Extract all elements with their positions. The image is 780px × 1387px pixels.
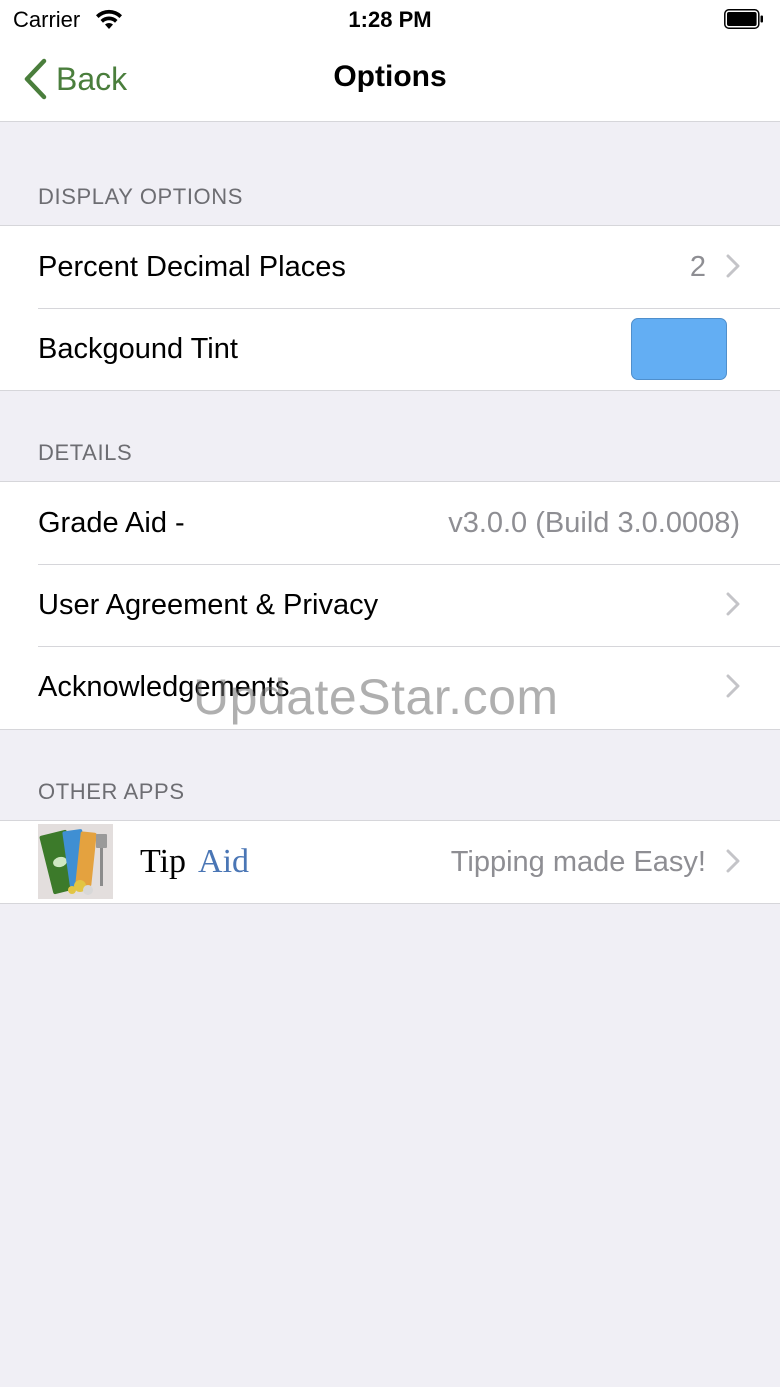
chevron-right-icon — [726, 592, 740, 616]
tip-aid-app-name: Tip Aid — [140, 821, 249, 903]
app-version-row: Grade Aid - v3.0.0 (Build 3.0.0008) — [0, 482, 780, 564]
details-group: Grade Aid - v3.0.0 (Build 3.0.0008) User… — [0, 481, 780, 730]
money-icon — [38, 824, 113, 899]
tip-aid-row[interactable]: Tip Aid Tipping made Easy! — [0, 821, 780, 903]
chevron-right-icon — [726, 674, 740, 698]
chevron-right-icon — [726, 849, 740, 873]
user-agreement-label: User Agreement & Privacy — [38, 589, 379, 621]
chevron-right-icon — [726, 254, 740, 278]
percent-decimal-places-value: 2 — [689, 251, 706, 283]
app-name-word-aid: Aid — [198, 843, 250, 880]
display-options-group: Percent Decimal Places 2 Backgound Tint — [0, 225, 780, 391]
background-tint-label: Backgound Tint — [38, 333, 238, 365]
section-header-display-options: DISPLAY OPTIONS — [38, 184, 244, 209]
app-name-label: Grade Aid - — [38, 507, 185, 539]
section-header-details: DETAILS — [38, 440, 133, 465]
background-tint-row: Backgound Tint — [0, 308, 780, 390]
status-time: 1:28 PM — [348, 7, 432, 32]
acknowledgements-row[interactable]: Acknowledgements — [0, 646, 780, 728]
tint-color-swatch[interactable] — [631, 318, 727, 380]
percent-decimal-places-label: Percent Decimal Places — [38, 251, 346, 283]
app-name-word-tip: Tip — [140, 843, 187, 880]
percent-decimal-places-row[interactable]: Percent Decimal Places 2 — [0, 226, 780, 308]
tip-aid-app-icon — [38, 824, 113, 899]
navigation-bar: Carrier 1:28 PM Back Options — [0, 0, 780, 122]
page-title: Options — [333, 60, 447, 93]
section-header-other-apps: OTHER APPS — [38, 779, 185, 804]
other-apps-group: Tip Aid Tipping made Easy! — [0, 820, 780, 904]
user-agreement-row[interactable]: User Agreement & Privacy — [0, 564, 780, 646]
app-version-value: v3.0.0 (Build 3.0.0008) — [448, 507, 740, 539]
tip-aid-tagline: Tipping made Easy! — [450, 846, 706, 878]
acknowledgements-label: Acknowledgements — [38, 671, 290, 703]
status-bar: Carrier 1:28 PM — [0, 0, 780, 40]
battery-icon — [724, 9, 763, 29]
